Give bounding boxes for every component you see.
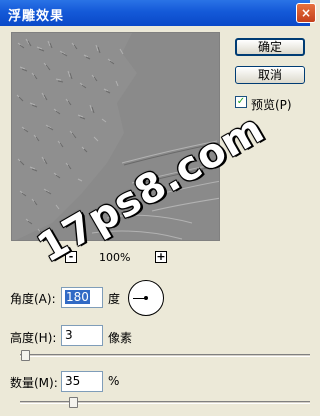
cancel-button[interactable]: 取消 xyxy=(235,66,305,84)
angle-input[interactable]: 180 xyxy=(61,287,103,308)
amount-label: 数量(M): xyxy=(10,376,58,390)
preview-checkbox[interactable]: ✓ xyxy=(235,96,247,108)
title-bar[interactable]: 浮雕效果 × xyxy=(0,0,316,26)
amount-slider-thumb[interactable] xyxy=(69,397,78,408)
zoom-out-button[interactable]: - xyxy=(65,251,77,263)
amount-unit: % xyxy=(108,374,120,388)
ok-button[interactable]: 确定 xyxy=(235,38,305,56)
height-unit: 像素 xyxy=(108,331,133,345)
window-title: 浮雕效果 xyxy=(8,9,65,24)
preview-image[interactable] xyxy=(11,32,220,241)
height-input[interactable]: 3 xyxy=(61,325,103,346)
height-label: 高度(H): xyxy=(10,331,57,345)
embossed-texture-preview xyxy=(12,33,219,240)
angle-unit: 度 xyxy=(108,292,121,306)
angle-label: 角度(A): xyxy=(10,292,56,306)
zoom-level: 100% xyxy=(99,251,131,264)
zoom-in-button[interactable]: + xyxy=(155,251,167,263)
preview-label[interactable]: 预览(P) xyxy=(251,96,292,113)
angle-dial[interactable] xyxy=(128,280,164,316)
angle-value: 180 xyxy=(65,290,90,304)
close-button[interactable]: × xyxy=(296,3,316,23)
height-slider-track[interactable] xyxy=(20,354,310,357)
angle-dial-center xyxy=(144,296,148,300)
amount-input[interactable]: 35 xyxy=(61,371,103,392)
amount-slider-track[interactable] xyxy=(20,401,310,404)
height-slider-thumb[interactable] xyxy=(21,350,30,361)
